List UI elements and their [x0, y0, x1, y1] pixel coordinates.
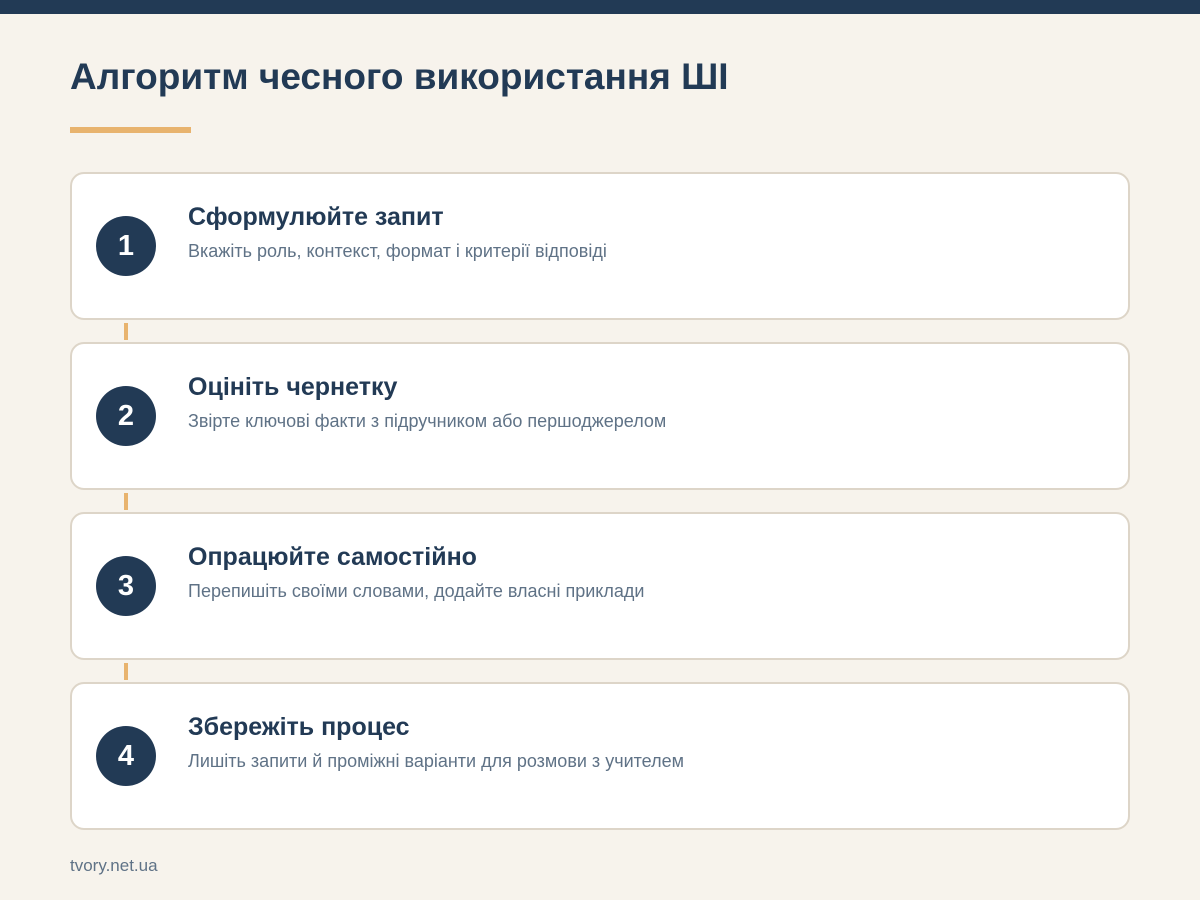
title-underline — [70, 127, 191, 133]
step-number-badge: 4 — [96, 726, 156, 786]
step-title: Сформулюйте запит — [188, 203, 444, 231]
step-card-4: 4 Збережіть процес Лишіть запити й промі… — [70, 682, 1130, 830]
step-connector — [124, 323, 128, 340]
step-number-badge: 3 — [96, 556, 156, 616]
step-title: Збережіть процес — [188, 713, 410, 741]
step-card-2: 2 Оцініть чернетку Звірте ключові факти … — [70, 342, 1130, 490]
step-description: Вкажіть роль, контекст, формат і критері… — [188, 241, 607, 261]
step-title: Опрацюйте самостійно — [188, 543, 477, 571]
step-title: Оцініть чернетку — [188, 373, 398, 401]
step-description: Перепишіть своїми словами, додайте власн… — [188, 581, 645, 601]
step-description: Звірте ключові факти з підручником або п… — [188, 411, 667, 431]
step-number-badge: 2 — [96, 386, 156, 446]
step-connector — [124, 493, 128, 510]
step-card-1: 1 Сформулюйте запит Вкажіть роль, контек… — [70, 172, 1130, 320]
source-footer: tvory.net.ua — [70, 856, 158, 875]
step-connector — [124, 663, 128, 680]
top-accent-bar — [0, 0, 1200, 14]
page-title: Алгоритм чесного використання ШІ — [70, 56, 729, 97]
step-number-badge: 1 — [96, 216, 156, 276]
step-card-3: 3 Опрацюйте самостійно Перепишіть своїми… — [70, 512, 1130, 660]
step-description: Лишіть запити й проміжні варіанти для ро… — [188, 751, 684, 771]
